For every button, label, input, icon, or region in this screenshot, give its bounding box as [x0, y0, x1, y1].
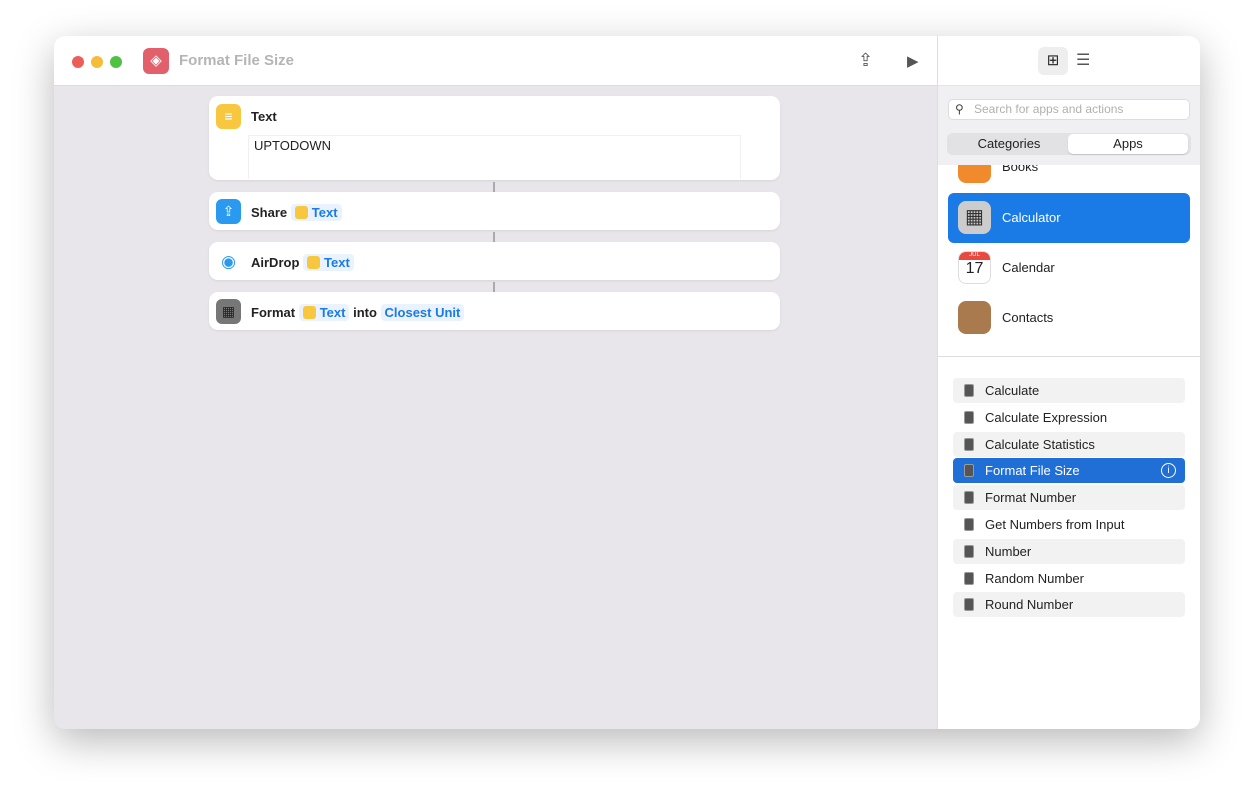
- action-name: Calculate Expression: [985, 409, 1108, 425]
- search-icon: ⚲: [955, 102, 964, 116]
- text-icon: ≡: [216, 104, 241, 129]
- share-icon: ⇪: [216, 199, 241, 224]
- titlebar: ◈ Format File Size ⇪ ▶: [54, 36, 937, 86]
- app-name: Calculator: [1002, 210, 1061, 225]
- app-item-calculator[interactable]: ▦ Calculator: [948, 193, 1190, 243]
- info-icon[interactable]: i: [1161, 463, 1176, 479]
- app-item-calendar[interactable]: JUL 17 Calendar: [948, 243, 1190, 293]
- app-name: Calendar: [1002, 260, 1055, 275]
- airdrop-icon: ◉: [221, 252, 236, 271]
- action-name: Format Number: [985, 490, 1077, 506]
- close-button[interactable]: [72, 56, 84, 68]
- text-action-card[interactable]: ≡ Text UPTODOWN: [209, 96, 780, 180]
- app-item-books[interactable]: Books: [948, 165, 1190, 192]
- airdrop-action-card[interactable]: ◉ AirDrop Text: [209, 242, 780, 280]
- calculator-icon: ▦: [958, 201, 991, 234]
- workflow-canvas: ≡ Text UPTODOWN ⇪ Share Text ◉ AirDrop T…: [54, 86, 937, 729]
- calculator-icon: [964, 491, 974, 505]
- calendar-month: JUL: [959, 252, 990, 260]
- text-variable-token[interactable]: Text: [290, 204, 342, 221]
- connector: [493, 182, 495, 192]
- action-name: Calculate Statistics: [985, 436, 1095, 452]
- action-item[interactable]: Calculate Expression: [953, 405, 1185, 430]
- calendar-day: 17: [965, 260, 984, 277]
- action-library-icon[interactable]: ⊞: [1038, 47, 1068, 75]
- action-library-sidebar: ⊞ ☰ ⚲ Search for apps and actions Categor…: [937, 36, 1200, 729]
- app-name: Contacts: [1002, 310, 1054, 325]
- action-label: AirDrop: [251, 255, 300, 270]
- action-item[interactable]: Calculate: [953, 378, 1185, 403]
- segmented-control: Categories Apps: [947, 133, 1191, 155]
- token-label: Text: [324, 255, 350, 270]
- app-name: Books: [1002, 165, 1039, 174]
- settings-sliders-icon[interactable]: ☰: [1076, 50, 1090, 70]
- connector: [493, 232, 495, 242]
- books-icon: [958, 165, 991, 183]
- play-icon[interactable]: ▶: [907, 52, 919, 70]
- action-name: Get Numbers from Input: [985, 517, 1125, 532]
- text-variable-token[interactable]: Text: [303, 254, 354, 271]
- calculator-icon: [964, 437, 974, 451]
- action-item[interactable]: Round Number: [953, 592, 1185, 618]
- share-action-card[interactable]: ⇪ Share Text: [209, 192, 780, 230]
- text-input[interactable]: UPTODOWN: [248, 135, 741, 179]
- calculator-icon: ▦: [216, 299, 241, 324]
- calculator-icon: [964, 384, 974, 397]
- calendar-icon: JUL 17: [958, 251, 991, 284]
- search-input[interactable]: ⚲ Search for apps and actions: [948, 99, 1190, 120]
- text-variable-token[interactable]: Text: [298, 304, 350, 321]
- zoom-button[interactable]: [110, 56, 122, 68]
- action-item[interactable]: Format File Size i: [953, 458, 1185, 484]
- action-label: Share: [251, 205, 288, 220]
- action-item[interactable]: Format Number: [953, 485, 1185, 511]
- action-name: Round Number: [985, 597, 1074, 613]
- shortcuts-app-icon: ◈: [143, 48, 169, 74]
- action-name: Random Number: [985, 570, 1084, 586]
- unit-parameter[interactable]: Closest Unit: [380, 304, 465, 321]
- tab-apps[interactable]: Apps: [1068, 134, 1188, 154]
- calculator-icon: [964, 464, 974, 478]
- contacts-icon: [958, 301, 991, 334]
- tab-categories[interactable]: Categories: [949, 134, 1069, 154]
- action-item[interactable]: Get Numbers from Input: [953, 512, 1185, 537]
- calculator-icon: [964, 571, 974, 585]
- app-item-contacts[interactable]: Contacts: [948, 293, 1190, 343]
- calculator-icon: [964, 544, 974, 558]
- connector: [493, 282, 495, 292]
- into-label: into: [353, 305, 377, 320]
- action-label: Text: [251, 109, 277, 124]
- minimize-button[interactable]: [91, 56, 103, 68]
- share-icon[interactable]: ⇪: [858, 50, 873, 71]
- action-item[interactable]: Random Number: [953, 566, 1185, 591]
- action-name: Calculate: [985, 383, 1040, 398]
- format-action-card[interactable]: ▦ Format Text into Closest Unit: [209, 292, 780, 330]
- token-label: Text: [319, 305, 346, 320]
- action-name: Number: [985, 543, 1032, 559]
- apps-list: Books ▦ Calculator JUL 17 Calendar Contacts: [938, 165, 1200, 357]
- token-label: Text: [311, 205, 338, 220]
- calculator-icon: [964, 410, 974, 424]
- app-window: ◈ Format File Size ⇪ ▶ ≡ Text UPTODOWN ⇪…: [54, 36, 1200, 729]
- action-label: Format: [251, 305, 296, 320]
- action-item[interactable]: Number: [953, 538, 1185, 564]
- action-item[interactable]: Calculate Statistics: [953, 431, 1185, 457]
- calculator-icon: [964, 598, 974, 612]
- window-title: Format File Size: [179, 52, 295, 69]
- calculator-icon: [964, 518, 974, 531]
- action-name: Format File Size: [985, 463, 1080, 479]
